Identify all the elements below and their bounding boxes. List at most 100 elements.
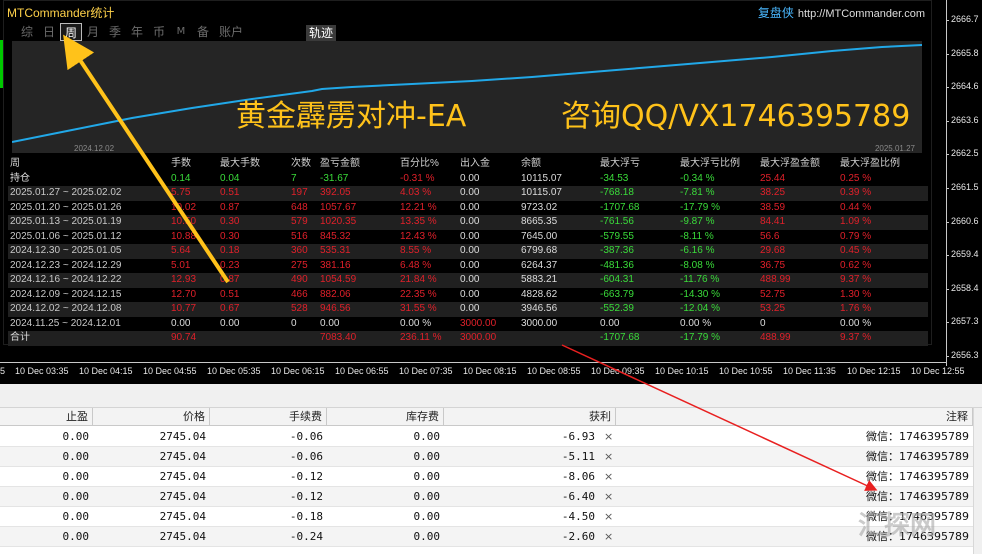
stats-cell: 0.51: [220, 288, 240, 300]
stats-cell: 1054.59: [320, 274, 357, 285]
time-tick-label: 10 Dec 03:35: [15, 366, 69, 376]
stats-cell: -481.36: [600, 259, 634, 271]
tab-3[interactable]: 月: [82, 23, 104, 41]
time-tick-label: 10 Dec 10:55: [719, 366, 773, 376]
close-position-icon[interactable]: ×: [604, 467, 613, 487]
stats-cell: -0.31 %: [400, 172, 435, 184]
stats-cell: 29.68: [760, 245, 786, 256]
stats-cell: 0.44 %: [840, 201, 872, 213]
terminal-cell: 0.00: [413, 470, 441, 483]
price-tick-label: 2666.7: [946, 14, 982, 24]
stats-cell: -9.87 %: [680, 216, 715, 227]
terminal-col-header[interactable]: 获利: [444, 408, 616, 426]
panel-link[interactable]: 复盘侠 http://MTCommander.com: [758, 4, 925, 21]
stats-cell: 百分比%: [400, 158, 439, 169]
time-tick-label: 10 Dec 07:35: [399, 366, 453, 376]
watermark: 汇探网: [858, 511, 937, 541]
stats-cell: 3000.00: [460, 332, 497, 343]
tab-1[interactable]: 日: [38, 23, 60, 41]
stats-cell: 0.18: [220, 245, 240, 256]
terminal-toolbar: [0, 384, 982, 408]
stats-cell: 9723.02: [521, 201, 558, 213]
stats-cell: 最大浮亏比例: [680, 158, 740, 169]
tab-7[interactable]: M: [170, 23, 192, 41]
terminal-col-header[interactable]: 库存费: [327, 408, 444, 426]
price-tick-label: 2660.6: [946, 216, 982, 226]
close-position-icon[interactable]: ×: [604, 527, 613, 547]
stats-cell: -579.55: [600, 230, 634, 242]
url-link[interactable]: http://MTCommander.com: [798, 8, 925, 20]
stats-cell: 7: [291, 172, 297, 184]
stats-cell: 0.00: [220, 317, 240, 329]
close-position-icon[interactable]: ×: [604, 447, 613, 467]
stats-cell: -552.39: [600, 303, 634, 314]
stats-cell: 2025.01.20 ~ 2025.01.26: [10, 201, 122, 213]
stats-cell: 360: [291, 245, 308, 256]
terminal-col-header[interactable]: 手续费: [210, 408, 327, 426]
stats-cell: 2024.11.25 ~ 2024.12.01: [10, 317, 121, 329]
close-position-icon[interactable]: ×: [604, 487, 613, 507]
close-position-icon[interactable]: ×: [604, 507, 613, 527]
stats-cell: 648: [291, 201, 308, 213]
time-tick-label: 10 Dec 09:35: [591, 366, 645, 376]
terminal-cell: 0.00: [413, 430, 441, 443]
stats-cell: 0.00: [460, 172, 480, 184]
terminal-col-header[interactable]: 价格: [93, 408, 210, 426]
terminal-col-header[interactable]: 注释: [616, 408, 973, 426]
stats-row: 2025.01.13 ~ 2025.01.19 10.50 0.30 579 1020.…: [8, 215, 928, 230]
stats-cell: -768.18: [600, 187, 634, 198]
tab-6[interactable]: 币: [148, 23, 170, 41]
terminal-cell: 0.00: [62, 430, 90, 443]
stats-cell: 4.03 %: [400, 187, 432, 198]
stats-cell: 5883.21: [521, 274, 558, 285]
terminal-cell: 0.00: [62, 510, 90, 523]
stats-cell: 5.75: [171, 187, 191, 198]
close-position-icon[interactable]: ×: [604, 427, 613, 447]
terminal-row[interactable]: 0.00 2745.04 -0.24 0.00 -2.60 微信：1746395789 ×: [0, 527, 982, 547]
terminal-cell: -6.40: [561, 490, 595, 503]
stats-cell: 0.00: [460, 216, 480, 227]
time-tick-label: 10 Dec 12:55: [911, 366, 965, 376]
tab-4[interactable]: 季: [104, 23, 126, 41]
tab-0[interactable]: 综: [16, 23, 38, 41]
stats-cell: 13.35 %: [400, 216, 437, 227]
terminal-row[interactable]: 0.00 2745.04 -0.12 0.00 -8.06 微信：1746395789 ×: [0, 467, 982, 487]
stats-cell: -12.04 %: [680, 303, 721, 314]
terminal-row[interactable]: 0.00 2745.04 -0.06 0.00 -6.93 微信：1746395789 ×: [0, 427, 982, 447]
stats-cell: 25.44: [760, 172, 786, 184]
price-chart-area[interactable]: 2666.7 2665.8 2664.6 2663.6 2662.5 2661.5 2660…: [0, 0, 982, 384]
tab-9[interactable]: 账户: [214, 23, 248, 41]
terminal-row[interactable]: 0.00 2745.04 -0.18 0.00 -4.50 微信：1746395789 ×: [0, 507, 982, 527]
stats-cell: 9.37 %: [840, 274, 872, 285]
stats-cell: 2024.12.30 ~ 2025.01.05: [10, 245, 122, 256]
stats-cell: 490: [291, 274, 308, 285]
time-tick-label: 5: [0, 366, 6, 376]
weekly-stats-table: 周 手数 最大手数 次数 盈亏金额 百分比% 出入金 余额 最大浮亏 最大浮亏比例 最大浮盈金额 最大…: [8, 157, 928, 346]
terminal-cell: -6.93: [561, 430, 595, 443]
terminal-row[interactable]: 0.00 2745.04 -0.12 0.00 -6.40 微信：1746395789 ×: [0, 487, 982, 507]
time-axis: 5 10 Dec 03:35 10 Dec 04:15 10 Dec 04:55 10 …: [0, 362, 965, 382]
stats-row: 2024.12.30 ~ 2025.01.05 5.64 0.18 360 535.31…: [8, 244, 928, 259]
stats-cell: 9.37 %: [840, 332, 872, 343]
tab-8[interactable]: 备: [192, 23, 214, 41]
terminal-scrollbar[interactable]: [973, 408, 982, 554]
stats-cell: 0: [291, 317, 297, 329]
period-tabs: 综日周月季年币 M 备账户: [16, 23, 248, 41]
stats-cell: -761.56: [600, 216, 634, 227]
terminal-col-header[interactable]: 止盈: [0, 408, 93, 426]
stats-cell: -604.31: [600, 274, 634, 285]
terminal-row[interactable]: 0.00 2745.04 -0.06 0.00 -5.11 微信：1746395789 ×: [0, 447, 982, 467]
stats-row: 2024.12.23 ~ 2024.12.29 5.01 0.23 275 381.16…: [8, 259, 928, 274]
time-tick-label: 10 Dec 05:35: [207, 366, 261, 376]
stats-cell: 最大浮亏: [600, 158, 640, 169]
stats-cell: 0.00: [460, 274, 480, 285]
tab-2[interactable]: 周: [60, 23, 82, 41]
track-button[interactable]: 轨迹: [306, 25, 336, 42]
time-tick-label: 10 Dec 04:55: [143, 366, 197, 376]
brand-label: 复盘侠: [757, 6, 794, 20]
stats-cell: 6264.37: [521, 259, 558, 271]
tab-5[interactable]: 年: [126, 23, 148, 41]
stats-cell: -11.76 %: [680, 274, 720, 285]
stats-cell: 3000.00: [521, 317, 558, 329]
terminal-cell: 微信：1746395789: [866, 490, 969, 503]
